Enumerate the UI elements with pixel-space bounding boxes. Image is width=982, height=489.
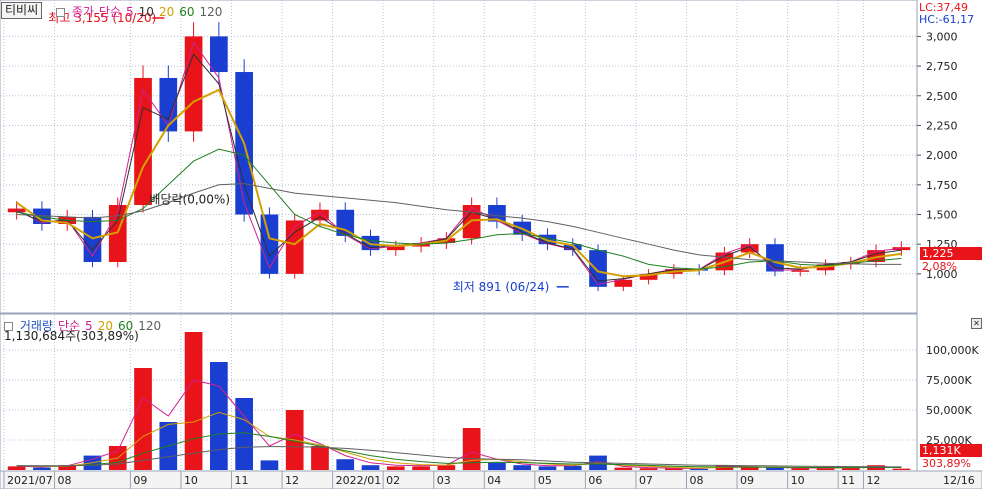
legend-item[interactable]: 60 [179,5,194,19]
volume-tag: 1,131K [920,444,982,457]
x-tick-label: 11 [235,474,249,487]
y-tick-label: 75,000K [926,374,972,387]
volume-bar [412,466,430,470]
x-tick-label: 12 [866,474,880,487]
volume-bar [513,465,532,470]
volume-bar [386,466,405,470]
y-tick-label: 100,000K [926,344,979,357]
volume-bar [538,466,557,470]
volume-bar [361,465,380,470]
candle-body [260,214,279,274]
volume-bar [462,428,481,470]
close-icon[interactable]: ✕ [971,318,982,329]
volume-info: 1,130,684주(303,89%) [4,329,139,343]
legend-item[interactable]: 120 [200,5,223,19]
x-tick-label: 11 [841,474,855,487]
ticker-box[interactable]: 티비씨 [1,2,43,19]
volume-bar [892,468,911,470]
volume-bar [437,465,456,470]
candle-body [210,36,228,73]
y-tick-label: 1,750 [926,179,958,192]
x-tick-label: 07 [639,474,653,487]
legend-item[interactable]: 120 [138,319,161,333]
x-tick-label: 08 [690,474,704,487]
y-tick-label: 1,500 [926,209,958,222]
volume-bar [488,462,506,470]
volume-bar [210,362,228,470]
volume-bar [33,467,51,470]
x-tick-label: 12 [285,474,299,487]
x-tick-label: 2022/01 [336,474,382,487]
volume-bar [639,468,658,470]
change-tag: 2,08% [922,260,957,273]
y-tick-label: 3,000 [926,30,958,43]
x-tick-label: 10 [184,474,198,487]
volume-bar [563,465,582,470]
y-tick-label: 2,500 [926,90,958,103]
x-tick-label: 06 [588,474,602,487]
volume-pct-tag: 303,89% [922,457,971,470]
y-tick-label: 2,250 [926,119,958,132]
x-tick-label: 03 [437,474,451,487]
stock-chart[interactable]: 2021/07 08 09 10 11 12 2022/01 02 03 04 05 06 07 08 09… [0,0,982,489]
price-tag: 1,225 [920,247,982,260]
legend-item[interactable]: 5 [126,5,134,19]
x-tick-label: 09 [133,474,147,487]
y-tick-label: 50,000K [926,404,972,417]
legend-item[interactable]: 20 [159,5,174,19]
volume-bar [184,332,203,470]
volume-bar [134,368,152,470]
volume-bar [260,460,279,470]
hc-indicator: HC:-61,17 [919,13,975,26]
legend-item[interactable]: 종가 [72,5,94,19]
legend-toggle-icon[interactable] [56,8,65,17]
x-tick-label: 04 [487,474,501,487]
y-tick-label: 2,000 [926,149,958,162]
candle-body [134,77,152,206]
volume-bar [614,467,633,470]
x-tick-label: 08 [58,474,72,487]
candle-body [7,208,26,213]
legend-item[interactable]: 10 [139,5,154,19]
legend-item[interactable]: 단순 [99,5,121,19]
volume-bar [336,459,355,470]
x-tick-label: 02 [386,474,400,487]
x-tick-label: 12/16 [943,474,975,487]
volume-bar [311,446,329,470]
x-tick-label: 05 [538,474,552,487]
x-tick-label: 09 [740,474,754,487]
y-tick-label: 2,750 [926,60,958,73]
annotation-text: 배당락(0,00%) [149,192,230,206]
volume-bar [7,466,26,470]
x-tick-label: 2021/07 [7,474,53,487]
candle-body [336,209,355,236]
x-tick-label: 10 [791,474,805,487]
candle-body [791,270,810,272]
annotation-text: 최저 891 (06/24) [453,280,550,294]
price-legend: 종가 단순 5 10 20 60 120 [56,3,227,20]
